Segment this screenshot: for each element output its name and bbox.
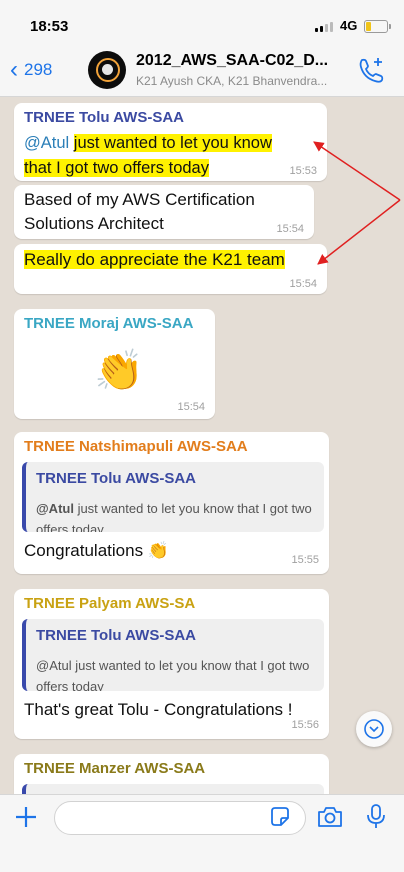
camera-icon[interactable] <box>316 803 344 831</box>
network-label: 4G <box>340 18 358 33</box>
message-text: Based of my AWS Certification <box>24 190 255 209</box>
sender-name: TRNEE Natshimapuli AWS-SAA <box>24 438 248 455</box>
quoted-message[interactable]: TRNEE Tolu AWS-SAA @Atul just wanted to … <box>22 462 324 532</box>
quoted-sender: TRNEE Tolu AWS-SAA <box>36 470 196 487</box>
message-time: 15:54 <box>289 278 317 290</box>
message-bubble[interactable]: TRNEE Moraj AWS-SAA 👏 15:54 <box>14 309 215 419</box>
chat-title[interactable]: 2012_AWS_SAA-C02_D... <box>136 52 351 70</box>
quoted-message[interactable] <box>22 784 324 794</box>
unread-count: 298 <box>24 60 53 79</box>
message-list[interactable]: TRNEE Tolu AWS-SAA @Atul just wanted to … <box>0 97 404 794</box>
chevron-left-icon: ‹ <box>10 56 18 83</box>
signal-icon <box>315 22 333 32</box>
quoted-text: @Atul just wanted to let you know that I… <box>36 501 312 532</box>
message-time: 15:54 <box>276 223 304 235</box>
sticker-icon[interactable] <box>268 805 292 829</box>
microphone-icon[interactable] <box>364 802 388 830</box>
message-text-line: that I got two offers today <box>24 159 209 177</box>
message-bubble[interactable]: TRNEE Manzer AWS-SAA <box>14 754 329 794</box>
message-time: 15:55 <box>291 554 319 566</box>
message-time: 15:53 <box>289 165 317 177</box>
chevron-down-icon <box>364 719 384 739</box>
message-bubble[interactable]: TRNEE Natshimapuli AWS-SAA TRNEE Tolu AW… <box>14 432 329 574</box>
phone-add-icon[interactable] <box>356 56 386 84</box>
message-text: Really do appreciate the K21 team <box>24 250 285 269</box>
message-input-bar <box>0 794 404 872</box>
mention[interactable]: @Atul <box>24 134 69 152</box>
scroll-down-button[interactable] <box>356 711 392 747</box>
message-bubble[interactable]: TRNEE Tolu AWS-SAA @Atul just wanted to … <box>14 103 327 181</box>
message-text: @Atul just wanted to let you know <box>24 134 272 152</box>
sender-name: TRNEE Tolu AWS-SAA <box>24 109 184 126</box>
back-button[interactable]: ‹ 298 <box>10 58 52 82</box>
message-bubble[interactable]: Really do appreciate the K21 team 15:54 <box>14 244 327 294</box>
status-time: 18:53 <box>30 18 69 35</box>
quoted-message[interactable]: TRNEE Tolu AWS-SAA @Atul just wanted to … <box>22 619 324 691</box>
quoted-sender: TRNEE Tolu AWS-SAA <box>36 627 196 644</box>
message-text: That's great Tolu - Congratulations ! <box>24 700 293 719</box>
sender-name: TRNEE Palyam AWS-SA <box>24 595 196 612</box>
message-time: 15:54 <box>177 401 205 413</box>
clapping-hands-emoji: 👏 <box>94 349 144 393</box>
message-text: Congratulations 👏 <box>24 541 169 560</box>
battery-icon <box>364 20 391 33</box>
chat-header: 18:53 4G ‹ 298 2012_AWS_SAA-C02_D... K21… <box>0 0 404 97</box>
message-time: 15:56 <box>291 719 319 731</box>
quoted-text: @Atul just wanted to let you know that I… <box>36 658 310 691</box>
sender-name: TRNEE Manzer AWS-SAA <box>24 760 206 777</box>
message-text-line: Solutions Architect <box>24 214 164 233</box>
message-bubble[interactable]: TRNEE Palyam AWS-SA TRNEE Tolu AWS-SAA @… <box>14 589 329 739</box>
chat-participants[interactable]: K21 Ayush CKA, K21 Bhanvendra... <box>136 74 351 88</box>
group-avatar[interactable] <box>88 51 126 89</box>
plus-icon[interactable] <box>12 803 40 831</box>
message-bubble[interactable]: Based of my AWS Certification Solutions … <box>14 185 314 239</box>
sender-name: TRNEE Moraj AWS-SAA <box>24 315 194 332</box>
